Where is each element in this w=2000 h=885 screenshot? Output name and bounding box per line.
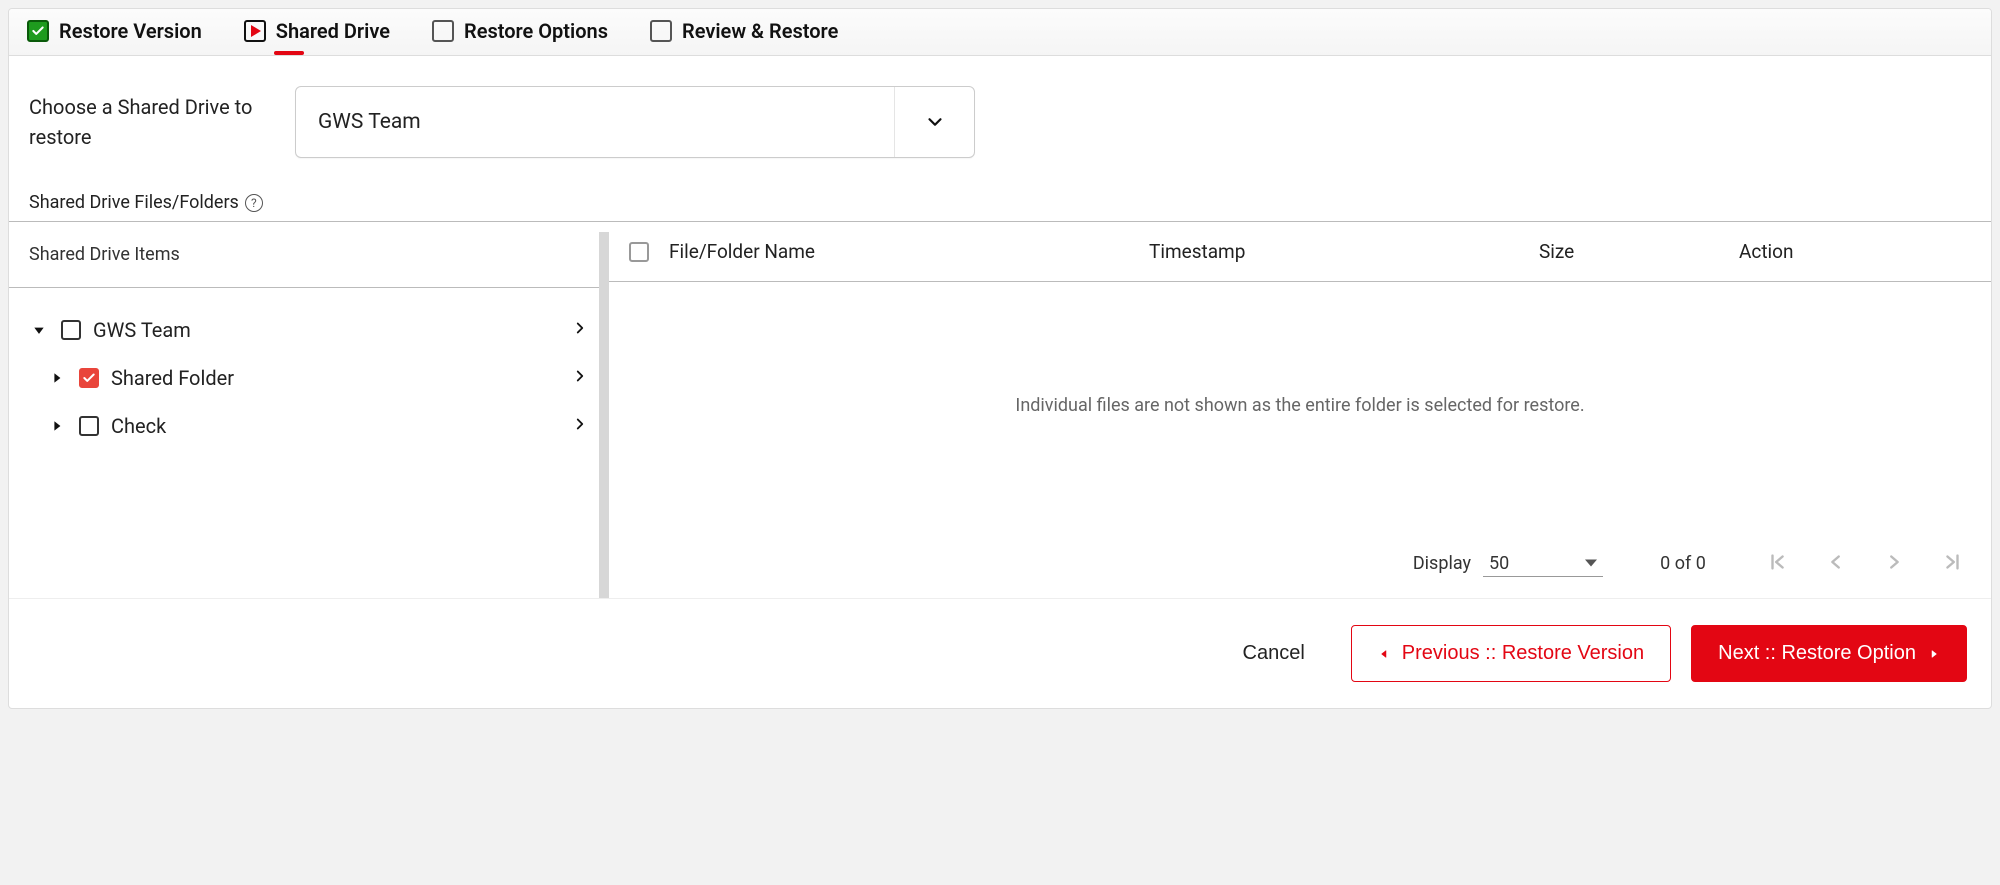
column-header-timestamp: Timestamp <box>1149 240 1519 263</box>
shared-drive-select[interactable]: GWS Team <box>295 86 975 158</box>
empty-state-message: Individual files are not shown as the en… <box>609 282 1991 529</box>
tree-item-check[interactable]: Check <box>19 402 599 450</box>
caret-right-icon[interactable] <box>47 419 67 433</box>
chevron-down-icon <box>894 87 974 157</box>
column-header-size: Size <box>1539 240 1719 263</box>
step-label: Shared Drive <box>276 19 390 43</box>
select-all-checkbox[interactable] <box>629 242 649 262</box>
tree-item-label: GWS Team <box>93 318 191 342</box>
step-label: Review & Restore <box>682 19 838 43</box>
shared-drive-select-label: Choose a Shared Drive to restore <box>29 92 259 152</box>
check-done-icon <box>27 20 49 42</box>
step-restore-version[interactable]: Restore Version <box>27 19 202 43</box>
caret-down-icon[interactable] <box>29 322 49 338</box>
column-header-name: File/Folder Name <box>669 240 1129 263</box>
tree-header: Shared Drive Items <box>9 222 609 288</box>
file-table: File/Folder Name Timestamp Size Action I… <box>609 222 1991 598</box>
display-label: Display <box>1413 553 1471 574</box>
tree-panel: Shared Drive Items GWS Team <box>9 222 609 598</box>
cancel-button[interactable]: Cancel <box>1217 626 1331 681</box>
pending-step-icon <box>650 20 672 42</box>
active-step-icon <box>244 20 266 42</box>
tree-item-label: Check <box>111 414 166 438</box>
checkbox[interactable] <box>61 320 81 340</box>
play-triangle-icon <box>251 25 261 37</box>
chevron-right-icon[interactable] <box>571 414 589 438</box>
step-shared-drive[interactable]: Shared Drive <box>244 19 390 43</box>
chevron-right-icon[interactable] <box>571 318 589 342</box>
column-header-action: Action <box>1739 240 1859 263</box>
step-label: Restore Version <box>59 19 202 43</box>
first-page-button[interactable] <box>1763 547 1793 580</box>
step-restore-options[interactable]: Restore Options <box>432 19 608 43</box>
checkbox-checked[interactable] <box>79 368 99 388</box>
next-page-button[interactable] <box>1879 547 1909 580</box>
tree-item-gws-team[interactable]: GWS Team <box>19 306 599 354</box>
pending-step-icon <box>432 20 454 42</box>
step-review-restore[interactable]: Review & Restore <box>650 19 838 43</box>
tree-item-label: Shared Folder <box>111 366 234 390</box>
tree-item-shared-folder[interactable]: Shared Folder <box>19 354 599 402</box>
next-button-label: Next :: Restore Option <box>1718 642 1916 665</box>
help-icon[interactable]: ? <box>245 194 263 212</box>
step-label: Restore Options <box>464 19 608 43</box>
previous-button-label: Previous :: Restore Version <box>1402 642 1644 665</box>
section-title: Shared Drive Files/Folders <box>29 192 239 213</box>
last-page-button[interactable] <box>1937 547 1967 580</box>
checkbox[interactable] <box>79 416 99 436</box>
chevron-right-icon[interactable] <box>571 366 589 390</box>
pagination: Display 50 0 of 0 <box>609 529 1991 598</box>
page-count: 0 of 0 <box>1643 553 1723 574</box>
next-button[interactable]: Next :: Restore Option <box>1691 625 1967 682</box>
shared-drive-select-value: GWS Team <box>296 87 894 157</box>
previous-button[interactable]: Previous :: Restore Version <box>1351 625 1671 682</box>
caret-right-icon[interactable] <box>47 371 67 385</box>
page-size-select[interactable]: 50 <box>1483 551 1603 577</box>
prev-page-button[interactable] <box>1821 547 1851 580</box>
stepper: Restore Version Shared Drive Restore Opt… <box>9 9 1991 56</box>
